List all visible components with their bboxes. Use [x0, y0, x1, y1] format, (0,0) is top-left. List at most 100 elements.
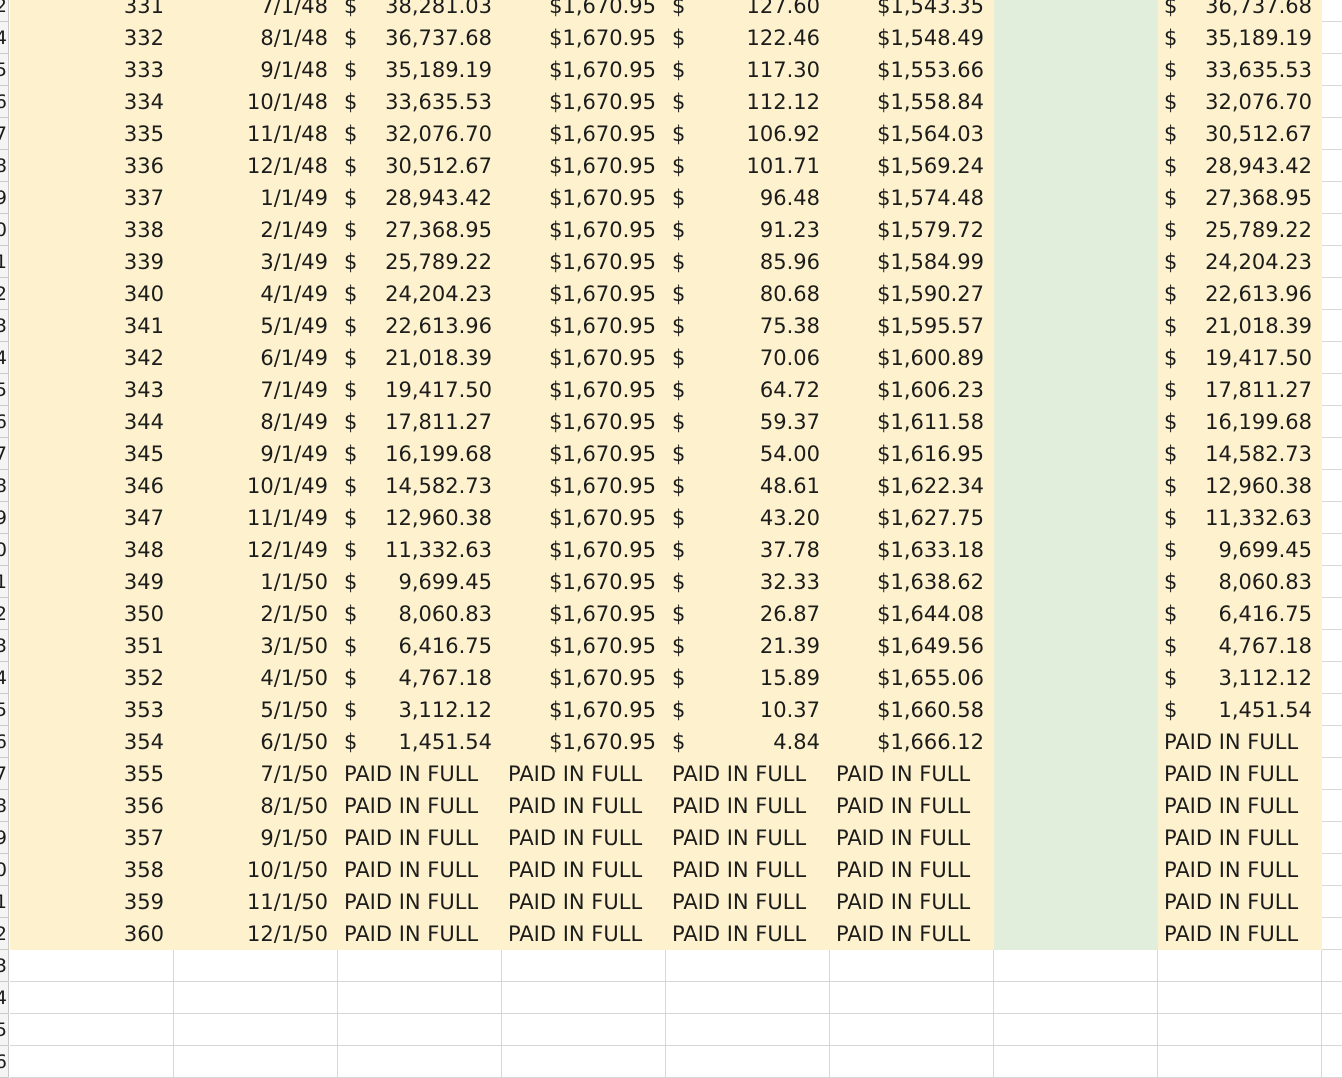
principal-cell[interactable]: $1,638.62 — [830, 566, 994, 598]
empty-green-cell[interactable] — [994, 502, 1158, 534]
payment-date-cell[interactable]: 4/1/49 — [174, 278, 338, 310]
principal-cell[interactable]: $1,644.08 — [830, 598, 994, 630]
row-header[interactable]: 3 — [0, 630, 9, 662]
row-header[interactable]: 1 — [0, 566, 9, 598]
payment-number-cell[interactable]: 359 — [10, 886, 174, 918]
interest-cell[interactable]: PAID IN FULL — [666, 790, 830, 822]
beginning-balance-cell[interactable]: $24,204.23 — [338, 278, 502, 310]
payment-date-cell[interactable]: 11/1/49 — [174, 502, 338, 534]
payment-date-cell[interactable]: 3/1/50 — [174, 630, 338, 662]
beginning-balance-cell[interactable]: $27,368.95 — [338, 214, 502, 246]
empty-cell[interactable] — [10, 950, 174, 982]
empty-green-cell[interactable] — [994, 662, 1158, 694]
interest-cell[interactable]: $96.48 — [666, 182, 830, 214]
ending-balance-cell[interactable]: $16,199.68 — [1158, 406, 1322, 438]
payment-amount-cell[interactable]: $1,670.95 — [502, 246, 666, 278]
principal-cell[interactable]: PAID IN FULL — [830, 822, 994, 854]
beginning-balance-cell[interactable]: PAID IN FULL — [338, 918, 502, 950]
empty-cell[interactable] — [1322, 0, 1342, 22]
row-header[interactable]: 5 — [0, 1014, 9, 1046]
payment-number-cell[interactable]: 357 — [10, 822, 174, 854]
ending-balance-cell[interactable]: $30,512.67 — [1158, 118, 1322, 150]
ending-balance-cell[interactable]: PAID IN FULL — [1158, 918, 1322, 950]
beginning-balance-cell[interactable]: PAID IN FULL — [338, 854, 502, 886]
principal-cell[interactable]: PAID IN FULL — [830, 918, 994, 950]
empty-cell[interactable] — [1322, 374, 1342, 406]
empty-cell[interactable] — [1322, 662, 1342, 694]
payment-amount-cell[interactable]: PAID IN FULL — [502, 758, 666, 790]
interest-cell[interactable]: $15.89 — [666, 662, 830, 694]
empty-cell[interactable] — [1322, 1046, 1342, 1078]
ending-balance-cell[interactable]: PAID IN FULL — [1158, 886, 1322, 918]
empty-cell[interactable] — [338, 1014, 502, 1046]
interest-cell[interactable]: $32.33 — [666, 566, 830, 598]
payment-amount-cell[interactable]: $1,670.95 — [502, 310, 666, 342]
empty-green-cell[interactable] — [994, 822, 1158, 854]
row-header[interactable]: 4 — [0, 342, 9, 374]
payment-number-cell[interactable]: 337 — [10, 182, 174, 214]
payment-number-cell[interactable]: 342 — [10, 342, 174, 374]
payment-date-cell[interactable]: 12/1/48 — [174, 150, 338, 182]
ending-balance-cell[interactable]: $14,582.73 — [1158, 438, 1322, 470]
interest-cell[interactable]: $4.84 — [666, 726, 830, 758]
ending-balance-cell[interactable]: $22,613.96 — [1158, 278, 1322, 310]
empty-green-cell[interactable] — [994, 534, 1158, 566]
empty-cell[interactable] — [502, 1046, 666, 1078]
row-header[interactable]: 1 — [0, 246, 9, 278]
empty-green-cell[interactable] — [994, 342, 1158, 374]
empty-green-cell[interactable] — [994, 758, 1158, 790]
principal-cell[interactable]: $1,574.48 — [830, 182, 994, 214]
row-header[interactable]: 5 — [0, 54, 9, 86]
payment-number-cell[interactable]: 335 — [10, 118, 174, 150]
empty-green-cell[interactable] — [994, 150, 1158, 182]
beginning-balance-cell[interactable]: PAID IN FULL — [338, 790, 502, 822]
beginning-balance-cell[interactable]: PAID IN FULL — [338, 886, 502, 918]
payment-date-cell[interactable]: 6/1/49 — [174, 342, 338, 374]
empty-cell[interactable] — [1322, 22, 1342, 54]
payment-number-cell[interactable]: 354 — [10, 726, 174, 758]
interest-cell[interactable]: PAID IN FULL — [666, 822, 830, 854]
payment-date-cell[interactable]: 7/1/49 — [174, 374, 338, 406]
payment-date-cell[interactable]: 3/1/49 — [174, 246, 338, 278]
payment-amount-cell[interactable]: $1,670.95 — [502, 470, 666, 502]
empty-cell[interactable] — [666, 1046, 830, 1078]
principal-cell[interactable]: PAID IN FULL — [830, 758, 994, 790]
interest-cell[interactable]: PAID IN FULL — [666, 758, 830, 790]
payment-date-cell[interactable]: 10/1/50 — [174, 854, 338, 886]
principal-cell[interactable]: $1,584.99 — [830, 246, 994, 278]
row-header[interactable]: 0 — [0, 214, 9, 246]
empty-cell[interactable] — [1322, 246, 1342, 278]
payment-date-cell[interactable]: 8/1/48 — [174, 22, 338, 54]
empty-cell[interactable] — [1322, 758, 1342, 790]
empty-green-cell[interactable] — [994, 918, 1158, 950]
ending-balance-cell[interactable]: $1,451.54 — [1158, 694, 1322, 726]
payment-number-cell[interactable]: 355 — [10, 758, 174, 790]
empty-cell[interactable] — [1322, 598, 1342, 630]
ending-balance-cell[interactable]: $3,112.12 — [1158, 662, 1322, 694]
payment-date-cell[interactable]: 11/1/50 — [174, 886, 338, 918]
payment-number-cell[interactable]: 346 — [10, 470, 174, 502]
principal-cell[interactable]: $1,579.72 — [830, 214, 994, 246]
beginning-balance-cell[interactable]: $21,018.39 — [338, 342, 502, 374]
ending-balance-cell[interactable]: $35,189.19 — [1158, 22, 1322, 54]
principal-cell[interactable]: $1,564.03 — [830, 118, 994, 150]
payment-number-cell[interactable]: 350 — [10, 598, 174, 630]
payment-amount-cell[interactable]: PAID IN FULL — [502, 854, 666, 886]
empty-cell[interactable] — [1158, 982, 1322, 1014]
payment-number-cell[interactable]: 344 — [10, 406, 174, 438]
payment-amount-cell[interactable]: $1,670.95 — [502, 54, 666, 86]
payment-amount-cell[interactable]: PAID IN FULL — [502, 918, 666, 950]
interest-cell[interactable]: PAID IN FULL — [666, 918, 830, 950]
empty-cell[interactable] — [994, 1014, 1158, 1046]
row-header[interactable]: 5 — [0, 694, 9, 726]
empty-cell[interactable] — [994, 1046, 1158, 1078]
row-header[interactable]: 2 — [0, 598, 9, 630]
principal-cell[interactable]: $1,627.75 — [830, 502, 994, 534]
payment-number-cell[interactable]: 347 — [10, 502, 174, 534]
beginning-balance-cell[interactable]: PAID IN FULL — [338, 822, 502, 854]
interest-cell[interactable]: $70.06 — [666, 342, 830, 374]
principal-cell[interactable]: $1,616.95 — [830, 438, 994, 470]
payment-amount-cell[interactable]: $1,670.95 — [502, 86, 666, 118]
ending-balance-cell[interactable]: $4,767.18 — [1158, 630, 1322, 662]
empty-cell[interactable] — [1322, 886, 1342, 918]
